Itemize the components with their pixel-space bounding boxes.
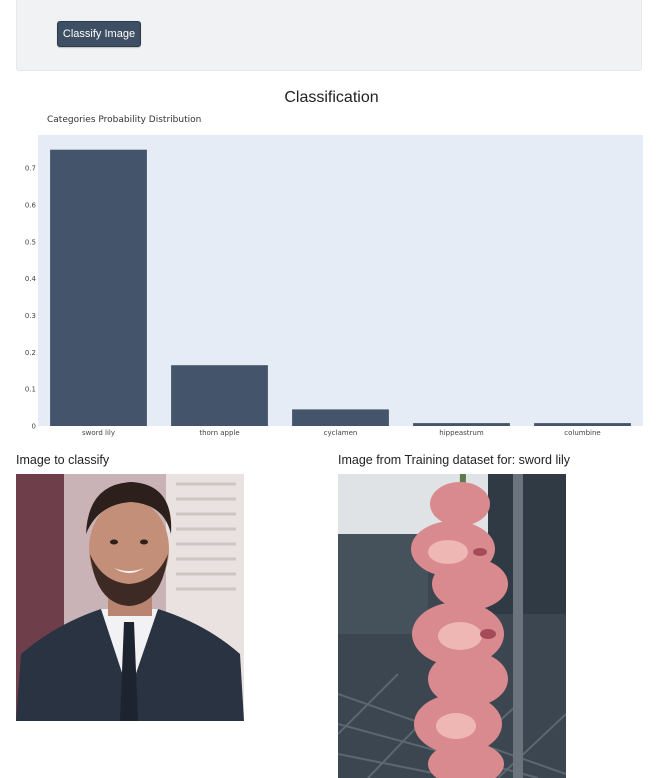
classify-image-button[interactable]: Classify Image [57,21,141,47]
y-tick-label: 0.2 [25,349,36,357]
top-panel: Classify Image [16,0,642,71]
bar-cyclamen[interactable] [292,409,389,426]
y-tick-label: 0.7 [25,165,36,173]
y-tick-label: 0 [32,423,36,431]
training-image-label: Image from Training dataset for: sword l… [338,453,571,467]
x-tick-label: columbine [564,429,600,437]
training-image [338,474,566,778]
y-tick-label: 0.4 [25,275,37,283]
y-tick-label: 0.3 [25,312,36,320]
bar-thorn-apple[interactable] [171,365,268,426]
query-image [16,474,244,721]
x-tick-label: cyclamen [324,429,358,437]
bar-sword-lily[interactable] [50,149,147,426]
y-tick-label: 0.6 [25,202,37,210]
chart-title: Categories Probability Distribution [47,115,202,125]
section-title: Classification [284,89,379,106]
x-tick-label: sword lily [82,429,115,437]
x-tick-label: hippeastrum [439,429,484,437]
query-image-label: Image to classify [16,453,110,467]
bar-hippeastrum[interactable] [413,423,510,426]
probability-chart: 0 0.1 0.2 0.3 0.4 0.5 0.6 0.7 sword lily thorn a… [25,135,643,437]
y-tick-label: 0.5 [25,238,36,246]
x-tick-label: thorn apple [199,429,239,437]
bar-columbine[interactable] [534,423,631,426]
y-tick-label: 0.1 [25,386,36,394]
